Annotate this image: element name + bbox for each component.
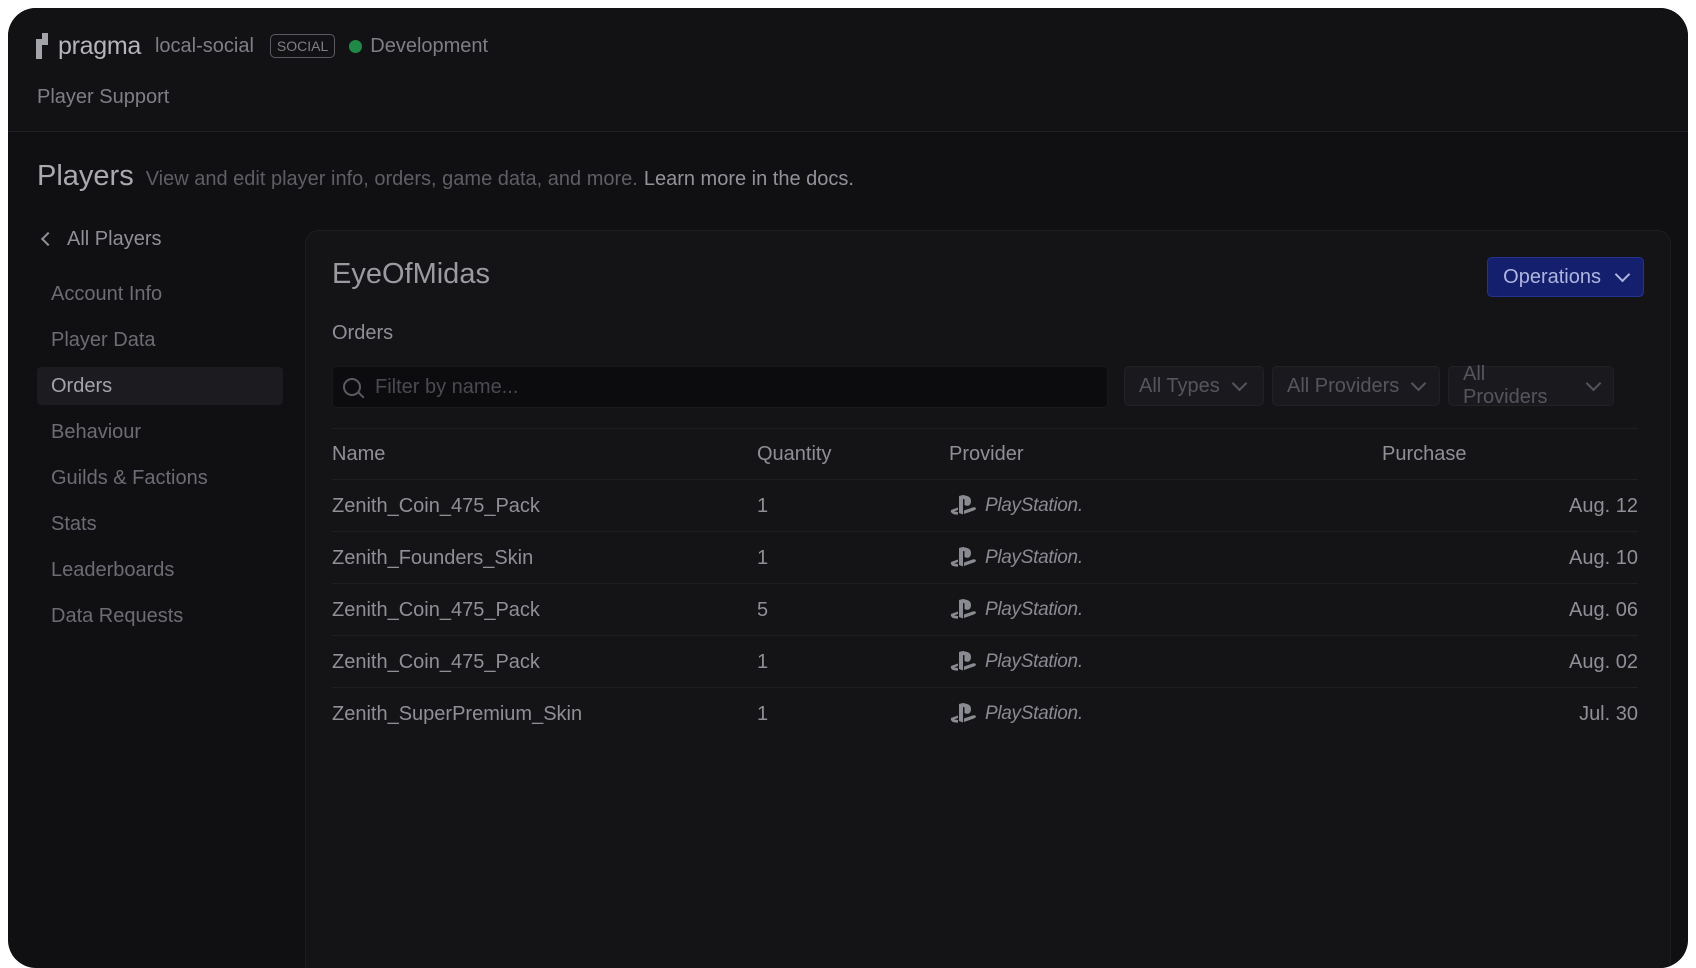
order-quantity: 5 — [757, 599, 769, 621]
filter-provider-label-2: All Providers — [1463, 363, 1548, 408]
filter-search-box[interactable] — [332, 366, 1108, 408]
order-name: Zenith_Coin_475_Pack — [332, 495, 540, 517]
order-quantity: 1 — [757, 547, 769, 569]
column-header-provider[interactable]: Provider — [949, 428, 1023, 480]
order-name: Zenith_Coin_475_Pack — [332, 599, 540, 621]
back-label: All Players — [67, 227, 162, 250]
operations-label: Operations — [1503, 265, 1601, 288]
filter-type-dropdown[interactable]: All Types — [1124, 366, 1264, 406]
sidebar-menu: Account Info Player Data Orders Behaviou… — [37, 275, 283, 635]
page-title: Players — [37, 160, 134, 192]
section-title: Orders — [332, 322, 394, 344]
orders-table: Name Quantity Provider Purchase Zenith_C… — [332, 428, 1638, 740]
top-header: pragma local-social SOCIAL Development P… — [8, 8, 1688, 132]
chevron-down-icon — [1614, 266, 1631, 282]
order-purchase-date: Aug. 10 — [1569, 547, 1638, 569]
search-input[interactable] — [373, 374, 1077, 400]
provider-label: PlayStation. — [985, 495, 1083, 516]
order-name: Zenith_Founders_Skin — [332, 547, 534, 569]
playstation-logo-icon — [950, 547, 976, 567]
provider-label: PlayStation. — [985, 547, 1083, 568]
order-name: Zenith_SuperPremium_Skin — [332, 703, 583, 725]
provider-label: PlayStation. — [985, 703, 1083, 724]
order-purchase-date: Aug. 02 — [1569, 651, 1638, 673]
order-provider: PlayStation. — [949, 584, 1083, 636]
sidebar-item-leaderboards[interactable]: Leaderboards — [37, 551, 283, 589]
order-provider: PlayStation. — [949, 480, 1083, 532]
back-to-all-players[interactable]: All Players — [40, 224, 283, 254]
search-icon — [343, 378, 361, 396]
order-provider: PlayStation. — [949, 688, 1083, 740]
filter-type-label: All Types — [1139, 374, 1220, 397]
chevron-down-icon — [1231, 375, 1248, 391]
order-name: Zenith_Coin_475_Pack — [332, 651, 540, 673]
player-name-heading: EyeOfMidas — [332, 258, 490, 290]
sidebar-item-stats[interactable]: Stats — [37, 505, 283, 543]
order-purchase-date: Jul. 30 — [1579, 703, 1638, 725]
app-window: pragma local-social SOCIAL Development P… — [8, 8, 1688, 968]
provider-label: PlayStation. — [985, 651, 1083, 672]
table-row[interactable]: Zenith_Coin_475_Pack 5 PlayStation. Aug.… — [332, 584, 1638, 636]
sidebar-item-behaviour[interactable]: Behaviour — [37, 413, 283, 451]
order-purchase-date: Aug. 06 — [1569, 599, 1638, 621]
pragma-logo-icon — [36, 33, 52, 59]
orders-panel: EyeOfMidas Operations Orders All Types A… — [305, 230, 1671, 968]
sidebar-item-account-info[interactable]: Account Info — [37, 275, 283, 313]
page-heading: Players View and edit player info, order… — [37, 160, 854, 193]
sidebar-item-guilds-factions[interactable]: Guilds & Factions — [37, 459, 283, 497]
playstation-logo-icon — [950, 495, 976, 515]
order-quantity: 1 — [757, 651, 769, 673]
column-header-quantity[interactable]: Quantity — [757, 428, 831, 480]
filter-provider-dropdown-2[interactable]: All Providers — [1448, 363, 1614, 408]
table-row[interactable]: Zenith_Coin_475_Pack 1 PlayStation. Aug.… — [332, 480, 1638, 532]
column-header-purchase[interactable]: Purchase — [1382, 428, 1467, 480]
project-tag-badge: SOCIAL — [269, 34, 336, 58]
table-row[interactable]: Zenith_Coin_475_Pack 1 PlayStation. Aug.… — [332, 636, 1638, 688]
order-purchase-date: Aug. 12 — [1569, 495, 1638, 517]
order-quantity: 1 — [757, 703, 769, 725]
page-description: View and edit player info, orders, game … — [145, 168, 638, 190]
environment-indicator: Development — [349, 35, 488, 58]
table-header-row: Name Quantity Provider Purchase — [332, 428, 1638, 480]
operations-button[interactable]: Operations — [1487, 257, 1644, 297]
status-dot-icon — [349, 39, 363, 53]
project-name: local-social — [154, 34, 254, 57]
filter-provider-label: All Providers — [1287, 374, 1400, 397]
chevron-down-icon — [1410, 375, 1427, 391]
table-row[interactable]: Zenith_SuperPremium_Skin 1 PlayStation. … — [332, 688, 1638, 740]
provider-label: PlayStation. — [985, 599, 1083, 620]
sidebar-item-data-requests[interactable]: Data Requests — [37, 597, 283, 635]
chevron-down-icon — [1585, 375, 1602, 391]
sidebar-item-player-data[interactable]: Player Data — [37, 321, 283, 359]
column-header-name[interactable]: Name — [332, 428, 385, 480]
chevron-left-icon — [40, 231, 56, 247]
environment-label: Development — [370, 34, 489, 57]
nav-player-support[interactable]: Player Support — [37, 86, 169, 109]
sidebar-item-orders[interactable]: Orders — [37, 367, 283, 405]
player-sidebar: All Players Account Info Player Data Ord… — [37, 224, 283, 643]
order-provider: PlayStation. — [949, 636, 1083, 688]
playstation-logo-icon — [950, 651, 976, 671]
order-quantity: 1 — [757, 495, 769, 517]
brand-bar: pragma local-social SOCIAL Development — [36, 30, 488, 62]
table-row[interactable]: Zenith_Founders_Skin 1 PlayStation. Aug.… — [332, 532, 1638, 584]
playstation-logo-icon — [950, 599, 976, 619]
docs-link[interactable]: Learn more in the docs. — [644, 168, 854, 191]
filter-provider-dropdown[interactable]: All Providers — [1272, 366, 1440, 406]
brand-name[interactable]: pragma — [58, 32, 141, 61]
order-provider: PlayStation. — [949, 532, 1083, 584]
playstation-logo-icon — [950, 703, 976, 723]
